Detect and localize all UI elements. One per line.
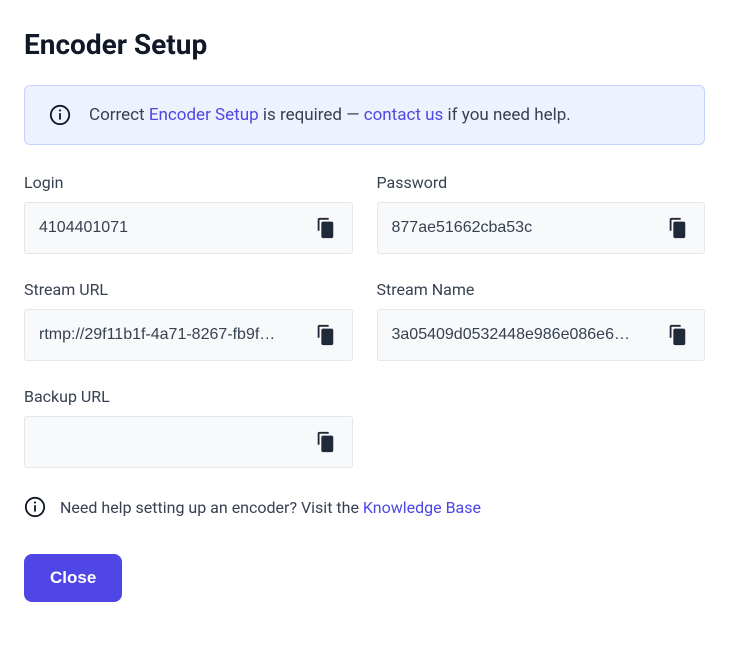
knowledge-base-link[interactable]: Knowledge Base bbox=[363, 498, 481, 517]
close-button[interactable]: Close bbox=[24, 554, 122, 602]
password-input-wrap bbox=[377, 202, 706, 254]
backup-url-input[interactable] bbox=[39, 433, 308, 451]
info-icon bbox=[24, 496, 46, 518]
copy-icon bbox=[314, 324, 336, 346]
login-input-wrap bbox=[24, 202, 353, 254]
copy-icon bbox=[666, 217, 688, 239]
page-title: Encoder Setup bbox=[24, 28, 705, 61]
password-label: Password bbox=[377, 173, 706, 192]
copy-backup-url-button[interactable] bbox=[308, 425, 342, 459]
help-text-wrap: Need help setting up an encoder? Visit t… bbox=[60, 498, 481, 517]
help-text: Need help setting up an encoder? Visit t… bbox=[60, 498, 363, 517]
login-label: Login bbox=[24, 173, 353, 192]
stream-url-label: Stream URL bbox=[24, 280, 353, 299]
stream-name-label: Stream Name bbox=[377, 280, 706, 299]
banner-text: Correct Encoder Setup is required — cont… bbox=[89, 105, 571, 125]
banner-text-mid: is required — bbox=[259, 105, 364, 125]
setup-banner: Correct Encoder Setup is required — cont… bbox=[24, 85, 705, 145]
stream-url-input[interactable] bbox=[39, 326, 308, 344]
stream-name-input-wrap bbox=[377, 309, 706, 361]
info-icon bbox=[49, 104, 71, 126]
login-input[interactable] bbox=[39, 219, 308, 237]
copy-icon bbox=[314, 217, 336, 239]
field-backup-url: Backup URL bbox=[24, 387, 353, 468]
field-password: Password bbox=[377, 173, 706, 254]
copy-login-button[interactable] bbox=[308, 211, 342, 245]
copy-stream-url-button[interactable] bbox=[308, 318, 342, 352]
banner-text-after: if you need help. bbox=[443, 105, 570, 125]
stream-url-input-wrap bbox=[24, 309, 353, 361]
field-stream-name: Stream Name bbox=[377, 280, 706, 361]
fields-grid: Login Password Stream URL bbox=[24, 173, 705, 468]
contact-us-link[interactable]: contact us bbox=[364, 105, 444, 125]
banner-text-before: Correct bbox=[89, 105, 149, 125]
copy-icon bbox=[314, 431, 336, 453]
copy-stream-name-button[interactable] bbox=[660, 318, 694, 352]
backup-url-label: Backup URL bbox=[24, 387, 353, 406]
copy-icon bbox=[666, 324, 688, 346]
copy-password-button[interactable] bbox=[660, 211, 694, 245]
password-input[interactable] bbox=[392, 219, 661, 237]
help-line: Need help setting up an encoder? Visit t… bbox=[24, 496, 705, 518]
stream-name-input[interactable] bbox=[392, 326, 661, 344]
field-stream-url: Stream URL bbox=[24, 280, 353, 361]
encoder-setup-link[interactable]: Encoder Setup bbox=[149, 105, 259, 125]
backup-url-input-wrap bbox=[24, 416, 353, 468]
field-login: Login bbox=[24, 173, 353, 254]
